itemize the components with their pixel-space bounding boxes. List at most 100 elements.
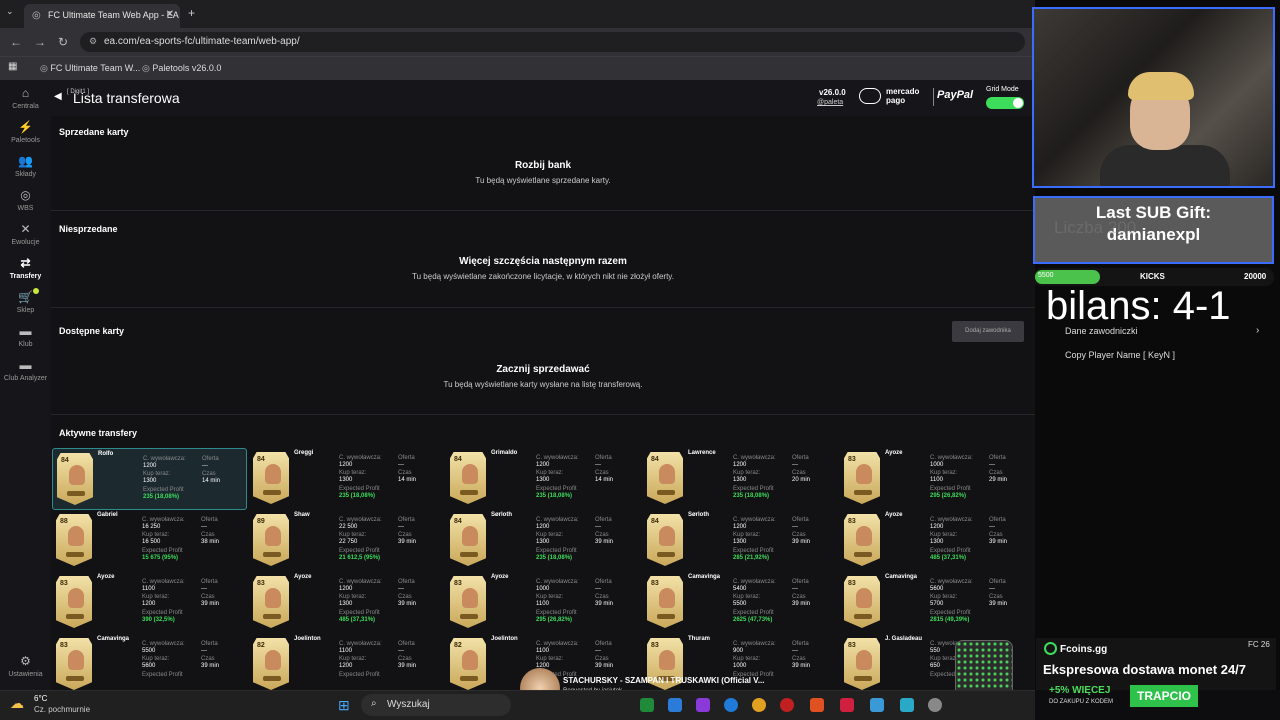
transfer-item[interactable]: 84 Lawrence C. wywoławcza: 1200 Kup teraz: 13… [643,448,838,510]
transfer-item[interactable]: 88 Gabriel C. wywoławcza: 16 250 Kup teraz: 1… [52,510,247,572]
opera-icon[interactable] [780,698,794,712]
player-card[interactable]: 84 [647,452,683,504]
transfer-item[interactable]: 83 Camavinga C. wywoławcza: 5500 Kup teraz: 5… [52,634,247,690]
expected-profit: 21 612,5 (95%) [339,555,381,561]
transfer-item[interactable]: 84 Greggi C. wywoławcza: 1200 Kup teraz: 1300… [249,448,444,510]
player-rating: 83 [848,580,856,587]
transfer-item[interactable]: 83 Ayoze C. wywoławcza: 1000 Kup teraz: 1100 E… [840,448,1035,510]
transfer-item[interactable]: 84 Rolfo C. wywoławcza: 1200 Kup teraz: 1300 E… [52,448,247,510]
offer-value: --- [792,648,798,654]
sidebar-item-paletools[interactable]: ⚡ Paletools [0,120,51,144]
nation-league-club-icons [854,614,872,619]
weather-icon[interactable]: ☁ [10,695,24,712]
expected-profit: 295 (26,82%) [930,493,967,499]
buy-now-label: Kup teraz: [733,594,761,600]
sidebar-item-transfery[interactable]: ⇄ Transfery [0,256,51,280]
transfer-item[interactable]: 84 Sørloth C. wywoławcza: 1200 Kup teraz: 130… [643,510,838,572]
player-card[interactable]: 84 [450,514,486,566]
player-card[interactable]: 83 [844,638,880,690]
start-price: 1100 [339,648,352,654]
brave-icon[interactable] [810,698,824,712]
player-card[interactable]: 88 [56,514,92,566]
sidebar-item-centrala[interactable]: ⌂ Centrala [0,86,51,110]
time-label: Czas [595,532,609,538]
sidebar-item-club-analyzer[interactable]: ▬ Club Analyzer [0,358,51,382]
handle-link[interactable]: @paleta [817,99,843,106]
apps-icon[interactable]: ▦ [8,61,17,72]
player-rating: 83 [848,518,856,525]
transfer-item[interactable]: 84 Sørloth C. wywoławcza: 1200 Kup teraz: 130… [446,510,641,572]
player-card[interactable]: 83 [56,576,92,628]
transfer-item[interactable]: 84 Grimaldo C. wywoławcza: 1200 Kup teraz: 13… [446,448,641,510]
transfer-item[interactable]: 83 Ayoze C. wywoławcza: 1000 Kup teraz: 1100 E… [446,572,641,634]
transfer-item[interactable]: 82 Joelinton C. wywoławcza: 1100 Kup teraz: 1… [249,634,444,690]
close-tab-icon[interactable]: ✕ [166,9,174,20]
sidebar-item-label: Club Analyzer [3,375,48,382]
back-icon[interactable]: ← [10,35,22,49]
transfer-item[interactable]: 83 Ayoze C. wywoławcza: 1200 Kup teraz: 1300 E… [249,572,444,634]
player-card[interactable]: 83 [56,638,92,690]
transfer-item[interactable]: 89 Shaw C. wywoławcza: 22 500 Kup teraz: 22 7… [249,510,444,572]
tab-list-icon[interactable]: ⌄ [6,6,14,17]
photos-icon[interactable] [870,698,884,712]
player-card[interactable]: 82 [450,638,486,690]
dane-zawodniczki-link[interactable]: Dane zawodniczki [1065,326,1138,336]
chrome-icon[interactable] [752,698,766,712]
player-card[interactable]: 84 [647,514,683,566]
player-card[interactable]: 82 [253,638,289,690]
player-card[interactable]: 84 [253,452,289,504]
xbox-icon[interactable] [640,698,654,712]
player-card[interactable]: 83 [844,576,880,628]
player-card[interactable]: 89 [253,514,289,566]
player-card[interactable]: 84 [57,453,93,505]
sidebar-item-sklep[interactable]: 🛒 Sklep [0,290,51,314]
player-card[interactable]: 83 [647,576,683,628]
vivaldi-icon[interactable] [840,698,854,712]
reload-icon[interactable]: ↻ [58,35,68,49]
grid-mode-toggle[interactable] [986,97,1024,109]
player-card[interactable]: 83 [844,452,880,504]
back-arrow-icon[interactable]: ◀ [54,91,62,102]
player-card[interactable]: 83 [844,514,880,566]
player-card[interactable]: 84 [450,452,486,504]
sidebar-item-sklady[interactable]: 👥 Składy [0,154,51,178]
browser-tab[interactable]: ◎ FC Ultimate Team Web App - EA ✕ [24,4,180,28]
expected-profit: 390 (32,5%) [142,617,175,623]
app-icon[interactable] [696,698,710,712]
kicks-label: KICKS [1140,272,1165,281]
player-card[interactable]: 83 [450,576,486,628]
app2-icon[interactable] [900,698,914,712]
nation-league-club-icons [67,491,85,496]
sidebar-item-klub[interactable]: ▬ Klub [0,324,51,348]
sidebar-item-ustawienia[interactable]: ⚙ Ustawienia [0,654,51,678]
main-content: ◀ [ Digit1 ] Lista transferowa v26.0.0 @… [51,80,1035,690]
squad-icon: 👥 [18,154,33,168]
bookmark-item[interactable]: ◎ Paletools v26.0.0 [142,63,221,74]
empty-sub-sold: Tu będą wyświetlane sprzedane karty. [475,176,611,185]
player-card[interactable]: 83 [253,576,289,628]
sidebar-item-ewolucje[interactable]: ✕ Ewolucje [0,222,51,246]
transfer-item[interactable]: 83 Camavinga C. wywoławcza: 5600 Kup teraz: 5… [840,572,1035,634]
taskbar-search[interactable]: ⌕ Wyszukaj [361,694,511,716]
weather-desc[interactable]: Cz. pochmurnie [34,705,90,714]
windows-start-icon[interactable]: ⊞ [338,697,350,714]
new-tab-icon[interactable]: + [188,6,195,20]
offer-label: Oferta [201,517,218,523]
settings-app-icon[interactable] [928,698,942,712]
copy-player-name-button[interactable]: Copy Player Name [ KeyN ] [1065,350,1175,360]
transfer-item[interactable]: 83 Camavinga C. wywoławcza: 5400 Kup teraz: 5… [643,572,838,634]
vscode-icon[interactable] [668,698,682,712]
transfer-item[interactable]: 83 Ayoze C. wywoławcza: 1200 Kup teraz: 1300 E… [840,510,1035,572]
transfer-item[interactable]: 83 Ayoze C. wywoławcza: 1100 Kup teraz: 1200 E… [52,572,247,634]
player-rating: 83 [651,642,659,649]
buy-now-label: Kup teraz: [536,532,564,538]
forward-icon[interactable]: → [34,35,46,49]
url-field[interactable]: ⚙ ea.com/ea-sports-fc/ultimate-team/web-… [80,32,1025,52]
add-player-button[interactable]: Dodaj zawodnika [952,321,1024,342]
notification-dot [33,288,39,294]
edge-icon[interactable] [724,698,738,712]
sidebar-item-wbs[interactable]: ◎ WBS [0,188,51,212]
weather-temp[interactable]: 6°C [34,694,47,703]
bookmark-item[interactable]: ◎ FC Ultimate Team W... [40,63,140,74]
site-info-icon[interactable]: ⚙ [89,36,97,47]
